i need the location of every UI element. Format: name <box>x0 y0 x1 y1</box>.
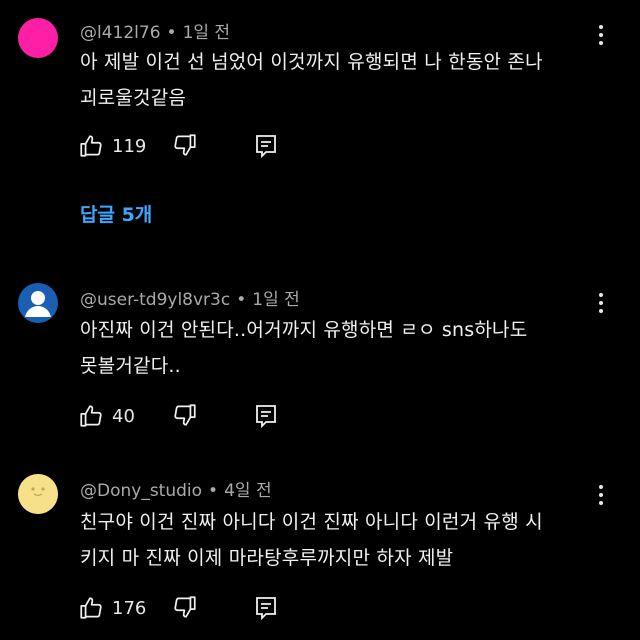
reply-comment-icon <box>256 597 276 621</box>
dislike-button[interactable] <box>172 402 198 432</box>
comment-actions: 119 <box>78 132 276 160</box>
like-count: 176 <box>112 597 147 619</box>
comment-actions: 176 <box>78 594 276 622</box>
timestamp: 4일 전 <box>224 481 272 501</box>
comment-text: 친구야 이건 진짜 아니다 이건 진짜 아니다 이런거 유행 시 키지 마 진짜… <box>80 504 600 576</box>
thumbs-down-icon <box>174 404 196 426</box>
reply-button[interactable] <box>254 595 278 625</box>
reply-comment-icon <box>256 405 276 429</box>
thumbs-up-icon <box>80 135 102 157</box>
reply-button[interactable] <box>254 403 278 433</box>
like-button[interactable]: 176 <box>78 595 146 621</box>
like-count: 40 <box>112 405 135 427</box>
reply-button[interactable] <box>254 133 278 163</box>
comment-line: 친구야 이건 진짜 아니다 이건 진짜 아니다 이런거 유행 시 <box>80 511 543 533</box>
comment-line: 아진짜 이건 안된다..어거까지 유행하면 ㄹㅇ sns하나도 <box>80 319 528 341</box>
dislike-button[interactable] <box>172 594 198 624</box>
separator-dot: • <box>236 290 247 310</box>
like-count: 119 <box>112 135 147 157</box>
timestamp: 1일 전 <box>182 23 231 43</box>
avatar[interactable] <box>18 283 58 323</box>
separator-dot: • <box>208 481 219 501</box>
thumbs-up-icon <box>80 405 102 427</box>
author-name[interactable]: @Dony_studio <box>80 481 202 501</box>
comment-text: 아 제발 이건 선 넘었어 이것까지 유행되면 나 한동안 존나 괴로울것같음 <box>80 44 600 116</box>
author-name[interactable]: @user-td9yl8vr3c <box>80 290 230 310</box>
like-button[interactable]: 119 <box>78 133 146 159</box>
thumbs-down-icon <box>174 596 196 618</box>
avatar[interactable] <box>18 18 58 58</box>
separator-dot: • <box>166 23 177 43</box>
author-name[interactable]: @l412l76 <box>80 23 161 43</box>
comment-meta: @l412l76 • 1일 전 <box>80 18 230 43</box>
comment-line: 괴로울것같음 <box>80 87 187 109</box>
like-button[interactable]: 40 <box>78 403 135 429</box>
dislike-button[interactable] <box>172 132 198 162</box>
comment-text: 아진짜 이건 안된다..어거까지 유행하면 ㄹㅇ sns하나도 못볼거같다.. <box>80 312 600 384</box>
comment-line: 키지 마 진짜 이제 마라탕후루까지만 하자 제발 <box>80 547 454 569</box>
comment-line: 아 제발 이건 선 넘었어 이것까지 유행되면 나 한동안 존나 <box>80 51 543 73</box>
reply-comment-icon <box>256 135 276 159</box>
view-replies-link[interactable]: 답글 5개 <box>80 200 152 227</box>
comment-actions: 40 <box>78 402 276 430</box>
comment-line: 못볼거같다.. <box>80 355 181 377</box>
default-user-icon <box>25 291 51 317</box>
character-face-icon <box>18 474 58 514</box>
avatar[interactable] <box>18 474 58 514</box>
thumbs-down-icon <box>174 134 196 156</box>
comment-meta: @user-td9yl8vr3c • 1일 전 <box>80 285 300 310</box>
comment-meta: @Dony_studio • 4일 전 <box>80 476 272 501</box>
thumbs-up-icon <box>80 597 102 619</box>
timestamp: 1일 전 <box>252 290 300 310</box>
